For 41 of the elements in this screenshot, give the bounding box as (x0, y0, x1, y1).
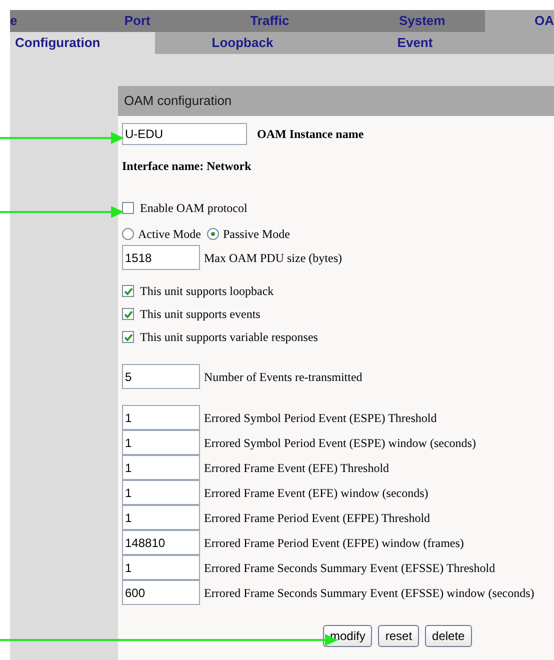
input-field[interactable]: 1518 (122, 245, 200, 270)
radio-button[interactable] (206, 228, 219, 240)
checkbox[interactable] (122, 331, 134, 343)
field-label: Errored Frame Period Event (EFPE) Threshold (204, 510, 430, 526)
input-field[interactable]: U-EDU (122, 123, 247, 145)
checkbox-label: This unit supports loopback (140, 283, 274, 300)
radio-label: Active Mode (138, 226, 201, 243)
field-label: Max OAM PDU size (bytes) (204, 250, 342, 266)
panel-header: OAM configuration (118, 86, 554, 116)
input-field[interactable]: 1 (122, 455, 200, 480)
input-field[interactable]: 1 (122, 405, 200, 430)
input-field[interactable]: 1 (122, 430, 200, 455)
field-label: Errored Frame Seconds Summary Event (EFSSE) Threshold (204, 560, 496, 576)
field-label: Errored Frame Period Event (EFPE) window (frames) (204, 534, 464, 552)
field-label: Number of Events re-transmitted (204, 368, 362, 386)
checkbox-label: This unit supports variable responses (140, 329, 318, 346)
form-button[interactable]: modify (323, 625, 372, 647)
form-button[interactable]: delete (425, 625, 472, 647)
input-field[interactable]: 1 (122, 505, 200, 530)
input-field[interactable]: 1 (122, 480, 200, 505)
form-button[interactable]: reset (378, 625, 420, 647)
interface-label: Interface name: Network (122, 158, 252, 175)
checkbox[interactable] (122, 285, 134, 297)
checkbox[interactable] (122, 202, 134, 214)
field-label: Errored Frame Event (EFE) window (seconds) (204, 484, 428, 502)
input-field[interactable]: 148810 (122, 530, 200, 555)
field-label: Errored Symbol Period Event (ESPE) window (seconds) (204, 434, 476, 452)
field-label: Errored Frame Seconds Summary Event (EFSSE) window (seconds) (204, 584, 534, 602)
field-label: Errored Symbol Period Event (ESPE) Threshold (204, 410, 437, 426)
checkbox-label: Enable OAM protocol (140, 200, 248, 217)
radio-label: Passive Mode (222, 226, 290, 243)
sub-tab[interactable]: Configuration (10, 32, 155, 54)
checkbox-label: This unit supports events (140, 306, 260, 323)
field-label: Errored Frame Event (EFE) Threshold (204, 460, 390, 476)
checkbox[interactable] (122, 308, 134, 320)
field-label: OAM Instance name (257, 126, 364, 143)
input-field[interactable]: 5 (122, 364, 200, 389)
radio-button[interactable] (122, 228, 134, 240)
nav-tab[interactable]: OA (484, 10, 554, 32)
input-field[interactable]: 600 (122, 580, 200, 605)
input-field[interactable]: 1 (122, 555, 200, 580)
